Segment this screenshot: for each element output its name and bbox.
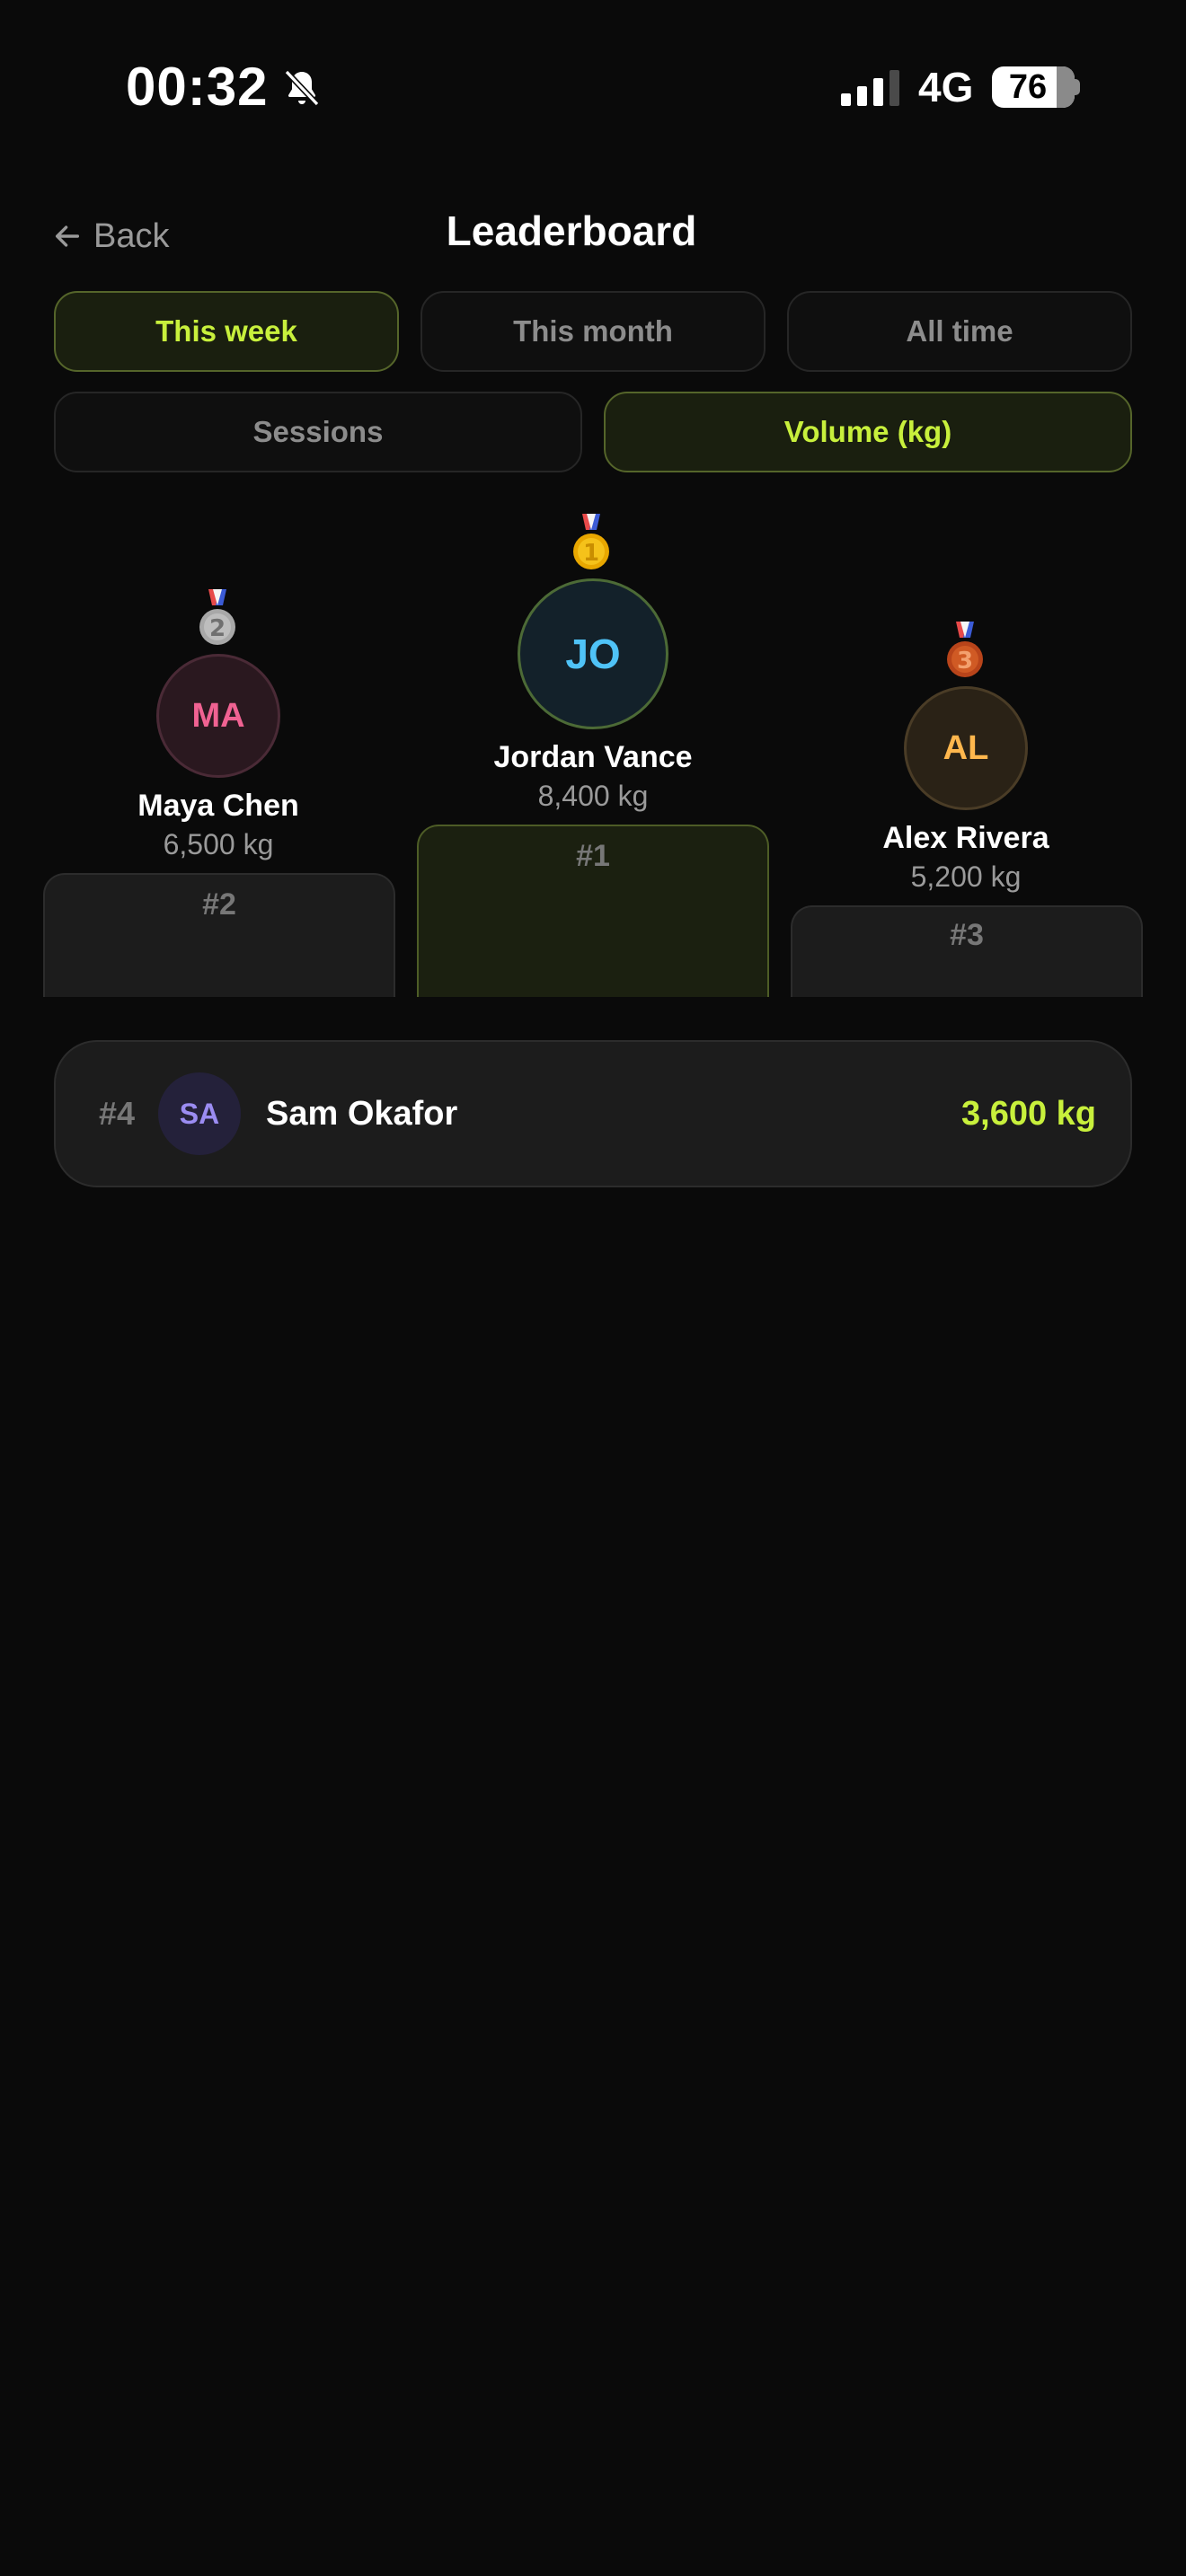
status-bar: 00:32 4G 76 (0, 0, 1186, 171)
bronze-medal-icon: 3 (947, 622, 983, 677)
podium-name: Jordan Vance (493, 740, 693, 774)
svg-text:3: 3 (957, 648, 973, 675)
podium-block-3: #3 (791, 905, 1143, 997)
podium-rank: #2 (202, 887, 236, 922)
podium-rank: #1 (576, 839, 610, 873)
tab-label: All time (906, 314, 1013, 348)
tab-all-time[interactable]: All time (787, 291, 1132, 372)
tab-this-month[interactable]: This month (420, 291, 766, 372)
podium-value: 8,400 kg (537, 780, 649, 812)
avatar-sam-okafor: SA (158, 1072, 241, 1155)
battery-nub (1073, 79, 1080, 95)
tab-label: Sessions (252, 415, 384, 448)
podium-block-1: #1 (417, 825, 769, 997)
battery-icon: 76 (992, 66, 1075, 108)
podium-block-2: #2 (43, 873, 395, 997)
podium-rank: #3 (950, 918, 984, 952)
row-rank: #4 (99, 1095, 136, 1132)
tab-this-week[interactable]: This week (54, 291, 399, 372)
tab-sessions[interactable]: Sessions (54, 392, 582, 472)
battery-percent: 76 (1008, 68, 1048, 106)
tab-label: Volume (kg) (783, 415, 952, 448)
avatar-alex-rivera: AL (904, 686, 1028, 810)
silver-medal-icon: 2 (199, 589, 235, 645)
page-title: Leaderboard (446, 207, 697, 254)
row-value: 3,600 kg (961, 1095, 1096, 1133)
avatar-initials: SA (179, 1097, 220, 1130)
tab-label: This month (513, 314, 673, 348)
row-name: Sam Okafor (266, 1095, 458, 1133)
bell-muted-icon (284, 69, 320, 107)
avatar-initials: AL (943, 728, 989, 767)
tab-label: This week (155, 314, 297, 348)
leaderboard-row[interactable]: #4 SA Sam Okafor 3,600 kg (54, 1040, 1132, 1187)
podium-name: Alex Rivera (882, 821, 1049, 855)
avatar-initials: JO (565, 631, 621, 677)
avatar-maya-chen: MA (156, 654, 280, 778)
podium-value: 5,200 kg (910, 860, 1022, 893)
tab-volume[interactable]: Volume (kg) (604, 392, 1132, 472)
avatar-initials: MA (191, 696, 245, 735)
cellular-signal-icon (841, 70, 899, 106)
page-title-wrap: Leaderboard (0, 207, 1186, 255)
avatar-jordan-vance: JO (518, 578, 668, 729)
podium-name: Maya Chen (137, 789, 299, 823)
svg-text:2: 2 (209, 615, 226, 642)
gold-medal-icon: 1 (573, 514, 609, 569)
svg-text:1: 1 (583, 540, 599, 567)
status-time: 00:32 (126, 57, 269, 117)
podium-value: 6,500 kg (163, 828, 274, 860)
network-type: 4G (918, 64, 974, 110)
